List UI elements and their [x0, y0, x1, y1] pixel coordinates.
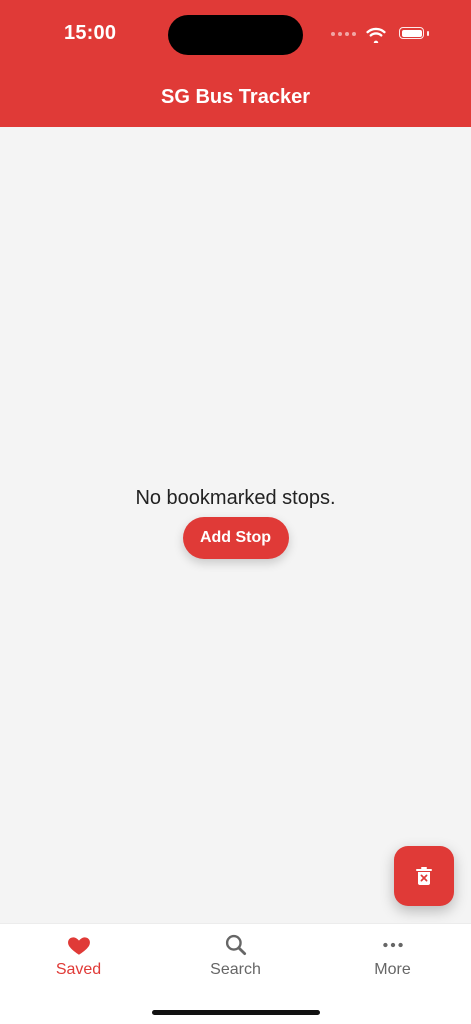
- dynamic-island: [168, 15, 303, 55]
- battery-fill: [401, 29, 422, 37]
- search-icon: [225, 934, 246, 956]
- tab-more[interactable]: More: [314, 932, 471, 988]
- tab-search[interactable]: Search: [157, 932, 314, 988]
- battery-body: [399, 27, 424, 39]
- app-header: 15:00 SG Bus Tracker: [0, 0, 471, 127]
- heart-icon: [67, 937, 90, 955]
- tab-more-label: More: [374, 961, 411, 978]
- battery-icon: [399, 27, 429, 41]
- more-icon: [382, 942, 403, 948]
- battery-tip: [427, 31, 429, 36]
- empty-message: No bookmarked stops.: [135, 487, 336, 509]
- status-time: 15:00: [64, 22, 117, 44]
- page-title: SG Bus Tracker: [161, 86, 310, 108]
- home-indicator: [152, 1010, 320, 1015]
- delete-icon: [416, 867, 432, 885]
- tab-saved-label: Saved: [55, 961, 102, 978]
- tab-search-label: Search: [210, 961, 261, 978]
- empty-state: No bookmarked stops. Add Stop: [0, 486, 471, 559]
- signal-icon: [331, 32, 357, 38]
- app-screen: 15:00 SG Bus Tracker No bookmarked stops…: [0, 0, 471, 1024]
- add-stop-button[interactable]: Add Stop: [182, 517, 289, 559]
- bottom-tab-bar: Saved Search More: [0, 923, 471, 1024]
- status-icons: [331, 24, 429, 46]
- wifi-icon: [366, 27, 386, 43]
- tab-saved[interactable]: Saved: [0, 932, 157, 988]
- delete-fab[interactable]: [394, 846, 454, 906]
